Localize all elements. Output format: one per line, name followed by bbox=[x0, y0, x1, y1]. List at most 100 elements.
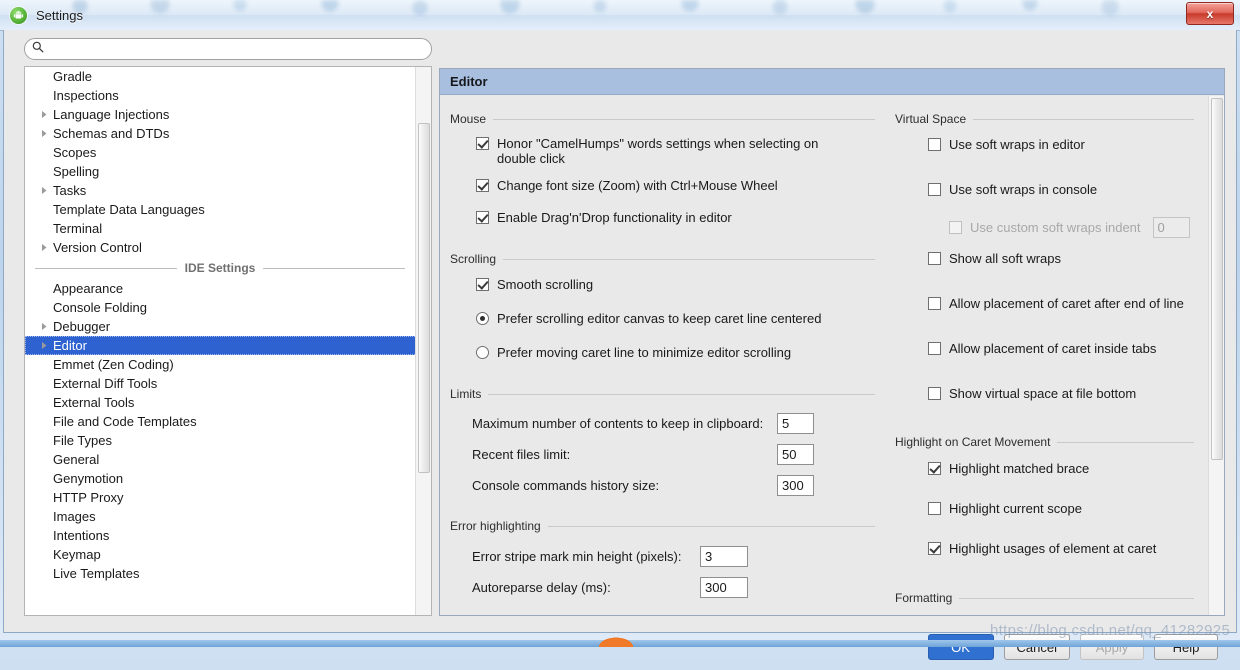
sidebar-item-editor[interactable]: Editor bbox=[25, 336, 417, 355]
pane-scrollbar[interactable] bbox=[1208, 96, 1224, 615]
sidebar-item-keymap[interactable]: Keymap bbox=[25, 545, 417, 564]
sidebar-item-version-control[interactable]: Version Control bbox=[25, 238, 417, 257]
checkbox-change-font-size[interactable] bbox=[476, 179, 489, 192]
sidebar-item-appearance[interactable]: Appearance bbox=[25, 279, 417, 298]
input-max-clipboard-contents[interactable] bbox=[777, 412, 814, 434]
input-console-history-size[interactable] bbox=[777, 474, 814, 496]
label-console-history-size: Console commands history size: bbox=[472, 477, 660, 493]
divider bbox=[493, 118, 875, 120]
group-highlight-caret-label: Highlight on Caret Movement bbox=[895, 435, 1051, 449]
checkbox-highlight-usages[interactable] bbox=[928, 542, 941, 555]
close-icon[interactable]: x bbox=[1186, 2, 1234, 25]
sidebar-item-template-data-languages[interactable]: Template Data Languages bbox=[25, 200, 417, 219]
chevron-right-icon[interactable] bbox=[39, 105, 49, 124]
search-box[interactable] bbox=[24, 38, 432, 60]
chevron-right-icon[interactable] bbox=[39, 238, 49, 257]
checkbox-highlight-current-scope[interactable] bbox=[928, 502, 941, 515]
divider bbox=[488, 393, 875, 395]
radio-prefer-moving-caret[interactable] bbox=[476, 346, 489, 359]
sidebar-item-genymotion[interactable]: Genymotion bbox=[25, 469, 417, 488]
group-formatting-label: Formatting bbox=[895, 591, 953, 605]
checkbox-row[interactable]: Enable Drag'n'Drop functionality in edit… bbox=[476, 210, 875, 234]
sidebar-scrollbar[interactable] bbox=[415, 67, 431, 615]
checkbox-row[interactable]: Allow placement of caret inside tabs bbox=[928, 341, 1194, 365]
sidebar-scrollbar-thumb[interactable] bbox=[418, 123, 430, 473]
checkbox-enable-dragndrop[interactable] bbox=[476, 211, 489, 224]
sidebar-item-label: Language Injections bbox=[53, 107, 170, 122]
checkbox-row[interactable]: Smooth scrolling bbox=[476, 277, 875, 301]
checkbox-row[interactable]: Honor "CamelHumps" words settings when s… bbox=[476, 136, 875, 166]
checkbox-row[interactable]: Use soft wraps in editor bbox=[928, 137, 1194, 161]
checkbox-row[interactable]: Change font size (Zoom) with Ctrl+Mouse … bbox=[476, 178, 875, 202]
checkbox-enable-dragndrop-label: Enable Drag'n'Drop functionality in edit… bbox=[497, 210, 732, 225]
sidebar-item-gradle[interactable]: Gradle bbox=[25, 67, 417, 86]
radio-prefer-scrolling-canvas[interactable] bbox=[476, 312, 489, 325]
input-autoreparse-delay[interactable] bbox=[700, 576, 748, 598]
checkbox-smooth-scrolling[interactable] bbox=[476, 278, 489, 291]
sidebar-item-file-and-code-templates[interactable]: File and Code Templates bbox=[25, 412, 417, 431]
chevron-right-icon[interactable] bbox=[39, 317, 49, 336]
settings-tree-panel: Gradle Inspections Language Injections Sche… bbox=[24, 66, 432, 616]
checkbox-highlight-matched-brace[interactable] bbox=[928, 462, 941, 475]
sidebar-item-label: Gradle bbox=[53, 69, 93, 84]
radio-row[interactable]: Prefer moving caret line to minimize edi… bbox=[476, 345, 875, 369]
sidebar-item-file-types[interactable]: File Types bbox=[25, 431, 417, 450]
sidebar-item-scopes[interactable]: Scopes bbox=[25, 143, 417, 162]
sidebar-item-external-tools[interactable]: External Tools bbox=[25, 393, 417, 412]
sidebar-item-terminal[interactable]: Terminal bbox=[25, 219, 417, 238]
sidebar-item-images[interactable]: Images bbox=[25, 507, 417, 526]
checkbox-caret-inside-tabs[interactable] bbox=[928, 342, 941, 355]
checkbox-row[interactable]: Use soft wraps in console bbox=[928, 182, 1194, 206]
pane-scrollbar-thumb[interactable] bbox=[1211, 98, 1223, 460]
sidebar-item-label: General bbox=[53, 452, 100, 467]
checkbox-soft-wraps-editor[interactable] bbox=[928, 138, 941, 151]
sidebar-item-spelling[interactable]: Spelling bbox=[25, 162, 417, 181]
input-error-stripe-min-height[interactable] bbox=[700, 545, 748, 567]
group-scrolling-label: Scrolling bbox=[450, 252, 497, 266]
checkbox-row[interactable]: Highlight usages of element at caret bbox=[928, 541, 1194, 565]
sidebar-item-general[interactable]: General bbox=[25, 450, 417, 469]
sidebar-item-language-injections[interactable]: Language Injections bbox=[25, 105, 417, 124]
chevron-right-icon[interactable] bbox=[39, 124, 49, 143]
search-input[interactable] bbox=[48, 42, 431, 56]
checkbox-soft-wraps-console[interactable] bbox=[928, 183, 941, 196]
group-virtual-space-title: Virtual Space bbox=[895, 110, 1194, 128]
checkbox-show-all-soft-wraps[interactable] bbox=[928, 252, 941, 265]
sidebar-item-label: External Tools bbox=[53, 395, 135, 410]
group-limits-title: Limits bbox=[450, 385, 875, 403]
checkbox-honor-camelhumps[interactable] bbox=[476, 137, 489, 150]
chevron-right-icon[interactable] bbox=[39, 336, 49, 355]
radio-row[interactable]: Prefer scrolling editor canvas to keep c… bbox=[476, 311, 875, 335]
settings-tree: Gradle Inspections Language Injections Sche… bbox=[25, 67, 417, 615]
input-recent-files-limit[interactable] bbox=[777, 443, 814, 465]
checkbox-show-all-soft-wraps-label: Show all soft wraps bbox=[949, 251, 1061, 266]
help-button[interactable]: Help bbox=[1154, 634, 1218, 660]
label-error-stripe-min-height: Error stripe mark min height (pixels): bbox=[472, 548, 682, 564]
ok-button[interactable]: OK bbox=[927, 634, 994, 660]
sidebar-item-schemas-and-dtds[interactable]: Schemas and DTDs bbox=[25, 124, 417, 143]
checkbox-row[interactable]: Highlight current scope bbox=[928, 501, 1194, 525]
checkbox-virtual-space-file-bottom[interactable] bbox=[928, 387, 941, 400]
checkbox-row[interactable]: Show virtual space at file bottom bbox=[928, 386, 1194, 410]
cancel-button[interactable]: Cancel bbox=[1003, 634, 1070, 660]
sidebar-item-console-folding[interactable]: Console Folding bbox=[25, 298, 417, 317]
checkbox-row[interactable]: Allow placement of caret after end of li… bbox=[928, 296, 1194, 320]
divider bbox=[547, 525, 875, 527]
sidebar-item-label: Spelling bbox=[53, 164, 100, 179]
sidebar-item-live-templates[interactable]: Live Templates bbox=[25, 564, 417, 583]
sidebar-item-inspections[interactable]: Inspections bbox=[25, 86, 417, 105]
checkbox-soft-wraps-console-label: Use soft wraps in console bbox=[949, 182, 1098, 197]
checkbox-caret-after-end-of-line[interactable] bbox=[928, 297, 941, 310]
checkbox-custom-soft-wraps-indent-label: Use custom soft wraps indent bbox=[970, 219, 1141, 235]
sidebar-item-external-diff-tools[interactable]: External Diff Tools bbox=[25, 374, 417, 393]
sidebar-item-emmet-zen-coding[interactable]: Emmet (Zen Coding) bbox=[25, 355, 417, 374]
group-scrolling: Scrolling Smooth scrolling Prefer scroll… bbox=[440, 234, 895, 369]
chevron-right-icon[interactable] bbox=[39, 181, 49, 200]
checkbox-row[interactable]: Show all soft wraps bbox=[928, 251, 1194, 275]
sidebar-item-tasks[interactable]: Tasks bbox=[25, 181, 417, 200]
sidebar-item-label: Keymap bbox=[53, 547, 101, 562]
sidebar-item-http-proxy[interactable]: HTTP Proxy bbox=[25, 488, 417, 507]
sidebar-item-debugger[interactable]: Debugger bbox=[25, 317, 417, 336]
checkbox-row[interactable]: Highlight matched brace bbox=[928, 461, 1194, 485]
sidebar-item-intentions[interactable]: Intentions bbox=[25, 526, 417, 545]
